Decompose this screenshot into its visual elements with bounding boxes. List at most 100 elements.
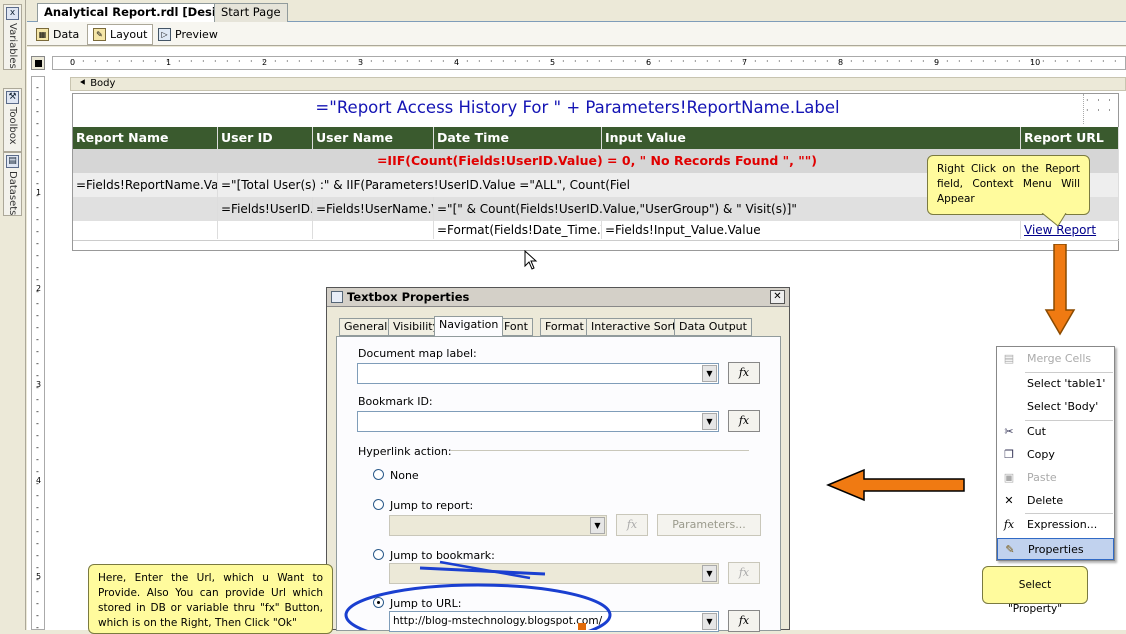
ruler-tick: ·: [358, 57, 361, 66]
menu-label: Expression...: [1027, 518, 1098, 531]
body-band[interactable]: ⯇ Body: [70, 77, 1126, 91]
report-title: ="Report Access History For " + Paramete…: [315, 98, 840, 117]
annotation-strokes: [344, 560, 612, 630]
report-title-textbox[interactable]: ="Report Access History For " + Paramete…: [73, 94, 1082, 124]
ruler-tick: ·: [1114, 57, 1117, 66]
ruler-tick: ·: [1078, 57, 1081, 66]
jump-report-combo[interactable]: ▼: [389, 515, 607, 536]
fx-icon: fx: [738, 566, 750, 579]
ruler-tick: -: [36, 503, 39, 512]
dialog-title-bar[interactable]: Textbox Properties: [327, 288, 789, 307]
radio-none[interactable]: [373, 469, 384, 480]
ruler-tick: ·: [202, 57, 205, 66]
group1-report-name-cell[interactable]: =Fields!ReportName.Value: [73, 173, 218, 197]
menu-item-copy[interactable]: ❐ Copy: [997, 444, 1114, 466]
col-header-date-time[interactable]: Date Time: [434, 127, 602, 149]
ruler-tick: -: [36, 359, 39, 368]
fx-icon: fx: [738, 414, 750, 427]
ruler-corner[interactable]: [31, 56, 45, 70]
menu-item-properties[interactable]: ✎ Properties: [997, 538, 1114, 560]
ruler-tick: -: [36, 443, 39, 452]
close-icon[interactable]: ✕: [770, 290, 785, 304]
tab-interactive-sort[interactable]: Interactive Sort: [586, 318, 682, 336]
col-header-report-url[interactable]: Report URL: [1021, 127, 1119, 149]
ruler-tick: ·: [730, 57, 733, 66]
detail-empty-cell-3[interactable]: [313, 221, 434, 239]
menu-item-cut[interactable]: ✂ Cut: [997, 421, 1114, 443]
ruler-tick: ·: [874, 57, 877, 66]
ruler-tick: -: [36, 107, 39, 116]
cell-text: ="[" & Count(Fields!UserID.Value,"UserGr…: [437, 202, 797, 216]
menu-item-paste[interactable]: ▣ Paste: [997, 467, 1114, 489]
down-arrow-icon: [1044, 244, 1076, 336]
ruler-tick: ·: [658, 57, 661, 66]
col-header-user-name[interactable]: User Name: [313, 127, 434, 149]
group2-user-name-cell[interactable]: =Fields!UserName.Va: [313, 197, 434, 221]
detail-empty-cell-2[interactable]: [218, 221, 313, 239]
radio-jump-to-report[interactable]: [373, 499, 384, 510]
ruler-tick: ·: [754, 57, 757, 66]
chevron-down-icon[interactable]: ▼: [590, 517, 605, 534]
doc-tab-start-page[interactable]: Start Page: [214, 3, 288, 22]
tab-layout[interactable]: ✎ Layout: [87, 24, 154, 45]
datasets-side-tab[interactable]: ▤ Datasets: [3, 152, 22, 216]
jump-report-fx-button[interactable]: fx: [616, 514, 648, 536]
col-header-report-name[interactable]: Report Name: [73, 127, 218, 149]
toolbox-side-tab[interactable]: ⚒ Toolbox: [3, 88, 22, 152]
ruler-tick: ·: [250, 57, 253, 66]
col-header-input-value[interactable]: Input Value: [602, 127, 1021, 149]
chevron-down-icon[interactable]: ▼: [702, 565, 717, 582]
ruler-tick: ·: [958, 57, 961, 66]
detail-input-value-cell[interactable]: =Fields!Input_Value.Value: [602, 221, 1021, 239]
parameters-button[interactable]: Parameters...: [657, 514, 761, 536]
doc-map-combo[interactable]: ▼: [357, 363, 719, 384]
ruler-tick: ·: [586, 57, 589, 66]
tab-preview[interactable]: ▷ Preview: [153, 24, 223, 45]
detail-empty-cell-1[interactable]: [73, 221, 218, 239]
ruler-tick: ·: [1030, 57, 1033, 66]
ruler-tick: -: [36, 491, 39, 500]
tab-data-output[interactable]: Data Output: [674, 318, 752, 336]
radio-none-label: None: [390, 469, 419, 482]
bookmark-fx-button[interactable]: fx: [728, 410, 760, 432]
ruler-tick: ·: [526, 57, 529, 66]
menu-item-delete[interactable]: ✕ Delete: [997, 490, 1114, 512]
radio-jump-to-bookmark[interactable]: [373, 549, 384, 560]
tab-general[interactable]: General: [339, 318, 393, 336]
col-header-user-id[interactable]: User ID: [218, 127, 313, 149]
view-report-link[interactable]: View Report: [1021, 221, 1119, 239]
bookmark-combo[interactable]: ▼: [357, 411, 719, 432]
ruler-tick: -: [36, 251, 39, 260]
no-records-expression: =IIF(Count(Fields!UserID.Value) = 0, " N…: [376, 153, 818, 168]
horizontal-ruler: 01234567891011··························…: [52, 56, 1126, 70]
detail-date-time-cell[interactable]: =Format(Fields!Date_Time.Va: [434, 221, 602, 239]
tab-data[interactable]: ▦ Data: [31, 24, 84, 45]
variables-side-tab[interactable]: x Variables: [3, 4, 22, 70]
ruler-tick: ·: [994, 57, 997, 66]
menu-item-select-table1[interactable]: Select 'table1': [997, 373, 1114, 395]
chevron-down-icon[interactable]: ▼: [702, 413, 717, 430]
doc-map-fx-button[interactable]: fx: [728, 362, 760, 384]
merge-cells-icon: ▤: [1003, 352, 1015, 365]
bookmark-label: Bookmark ID:: [358, 395, 433, 408]
tab-label: Format: [545, 320, 584, 333]
doc-tab-label: Start Page: [221, 5, 281, 19]
menu-item-select-body[interactable]: Select 'Body': [997, 396, 1114, 418]
tab-navigation[interactable]: Navigation: [434, 316, 504, 337]
doc-map-label: Document map label:: [358, 347, 477, 360]
chevron-down-icon[interactable]: ▼: [702, 613, 717, 630]
tab-font[interactable]: Font: [499, 318, 533, 336]
mouse-pointer-icon: [524, 250, 538, 270]
jump-bookmark-fx-button[interactable]: fx: [728, 562, 760, 584]
group2-empty-cell[interactable]: [73, 197, 218, 221]
jump-url-fx-button[interactable]: fx: [728, 610, 760, 632]
ruler-tick: -: [36, 143, 39, 152]
chevron-down-icon[interactable]: ▼: [702, 365, 717, 382]
group2-user-id-cell[interactable]: =Fields!UserID.V: [218, 197, 313, 221]
ruler-tick: -: [36, 119, 39, 128]
side-tool-strip: x Variables ⚒ Toolbox ▤ Datasets: [0, 0, 26, 630]
menu-item-merge-cells[interactable]: ▤ Merge Cells: [997, 348, 1114, 370]
ruler-tick: ·: [694, 57, 697, 66]
tab-format[interactable]: Format: [540, 318, 589, 336]
menu-item-expression[interactable]: fx Expression...: [997, 514, 1114, 536]
